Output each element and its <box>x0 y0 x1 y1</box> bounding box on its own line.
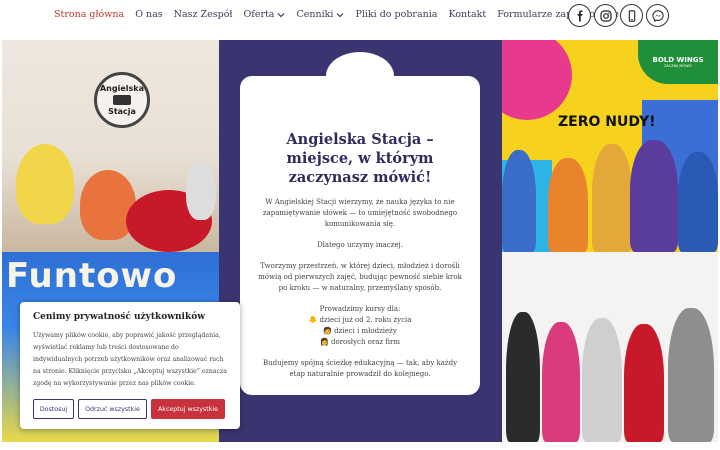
chevron-down-icon <box>278 12 285 17</box>
menu-item-downloads[interactable]: Pliki do pobrania <box>355 9 437 20</box>
course-list: Prowadzimy kursy dla: 🐥 dzieci już od 2.… <box>256 304 464 348</box>
course-list-item: 🧑 dzieci i młodzieży <box>323 327 397 335</box>
hero-title: Angielska Stacja – miejsce, w którym zac… <box>286 131 434 186</box>
social-links <box>568 4 669 27</box>
main-menu: Strona główna O nas Nasz Zespół Oferta C… <box>54 9 630 20</box>
messenger-link[interactable] <box>646 4 669 27</box>
teacher-figure <box>506 312 540 442</box>
wall-logo-line: Stacja <box>108 107 136 116</box>
intro-card-content: Angielska Stacja – miejsce, w którym zac… <box>240 76 480 390</box>
cookie-text: Używamy plików cookie, aby poprawić jako… <box>33 332 227 387</box>
facebook-link[interactable] <box>568 4 591 27</box>
menu-item-label: Oferta <box>243 9 275 20</box>
intro-paragraph: W Angielskiej Stacji wierzymy, że nauka … <box>262 198 458 228</box>
course-list-intro: Prowadzimy kursy dla: <box>319 305 401 313</box>
child-figure <box>16 144 74 224</box>
messenger-icon <box>651 9 664 22</box>
menu-item-label: Nasz Zespół <box>173 9 233 20</box>
menu-item-team[interactable]: Nasz Zespół <box>174 9 233 20</box>
intro-card: Angielska Stacja – miejsce, w którym zac… <box>240 52 480 395</box>
menu-item-about[interactable]: O nas <box>135 9 162 20</box>
menu-item-label: Kontakt <box>448 9 487 20</box>
cookie-buttons: Dostosuj Odrzuć wszystkie Akceptuj wszys… <box>33 399 225 419</box>
angielska-stacja-wall-logo: Angielska Stacja <box>94 72 150 128</box>
menu-item-contact[interactable]: Kontakt <box>448 9 486 20</box>
cookie-title: Cenimy prywatność użytkowników <box>33 312 205 322</box>
teacher-figure <box>668 308 714 442</box>
teacher-figure <box>582 318 622 442</box>
teacher-figure <box>678 152 718 252</box>
bold-wings-logo-text: BOLD WINGS <box>652 56 704 64</box>
cookie-consent-dialog: Cenimy prywatność użytkowników Używamy p… <box>20 302 240 429</box>
decor-shape <box>502 40 572 120</box>
accept-all-button[interactable]: Akceptuj wszystkie <box>151 399 225 419</box>
intro-panel: Angielska Stacja – miejsce, w którym zac… <box>219 40 502 442</box>
menu-item-home[interactable]: Strona główna <box>54 9 124 20</box>
kids-classroom-photo: Angielska Stacja <box>2 40 219 252</box>
intro-paragraph: Tworzymy przestrzeń, w której dzieci, mł… <box>258 262 462 292</box>
menu-item-prices[interactable]: Cenniki <box>296 9 344 20</box>
child-figure <box>186 160 216 220</box>
instagram-link[interactable] <box>594 4 617 27</box>
menu-item-offer[interactable]: Oferta <box>244 9 286 20</box>
bold-wings-logo: BOLD WINGS ZACZNIJ MÓWIĆ <box>638 40 718 84</box>
top-navigation: Strona główna O nas Nasz Zespół Oferta C… <box>0 0 720 32</box>
zero-nudy-banner: ZERO NUDY! <box>558 114 656 130</box>
chevron-down-icon <box>337 12 344 17</box>
instagram-icon <box>599 9 612 22</box>
zero-nudy-photo: BOLD WINGS ZACZNIJ MÓWIĆ ZERO NUDY! <box>502 40 718 252</box>
facebook-icon <box>577 10 582 21</box>
teacher-figure <box>502 150 536 252</box>
intro-paragraph: Budujemy spójną ścieżkę edukacyjną — tak… <box>262 359 458 378</box>
phone-link[interactable] <box>620 4 643 27</box>
phone-icon <box>628 9 635 22</box>
menu-item-label: Pliki do pobrania <box>355 9 438 20</box>
course-list-item: 🐥 dzieci już od 2. roku życia <box>308 316 412 324</box>
teacher-figure <box>548 158 588 252</box>
train-icon <box>113 95 131 105</box>
menu-item-label: Strona główna <box>54 9 125 20</box>
reject-all-button[interactable]: Odrzuć wszystkie <box>78 399 147 419</box>
wall-logo-line: Angielska <box>99 84 144 93</box>
funtowo-banner-text: Funtowo <box>6 256 178 296</box>
customize-button[interactable]: Dostosuj <box>33 399 74 419</box>
teacher-figure <box>624 324 664 442</box>
bold-wings-logo-subtext: ZACZNIJ MÓWIĆ <box>663 64 693 68</box>
team-mugs-photo <box>502 252 718 442</box>
teacher-figure <box>592 144 632 252</box>
menu-item-label: Cenniki <box>296 9 334 20</box>
menu-item-label: O nas <box>135 9 163 20</box>
course-list-item: 👩 dorosłych oraz firm <box>320 338 400 346</box>
teacher-figure <box>630 140 678 252</box>
intro-paragraph: Dlatego uczymy inaczej. <box>317 241 403 249</box>
teacher-figure <box>542 322 580 442</box>
